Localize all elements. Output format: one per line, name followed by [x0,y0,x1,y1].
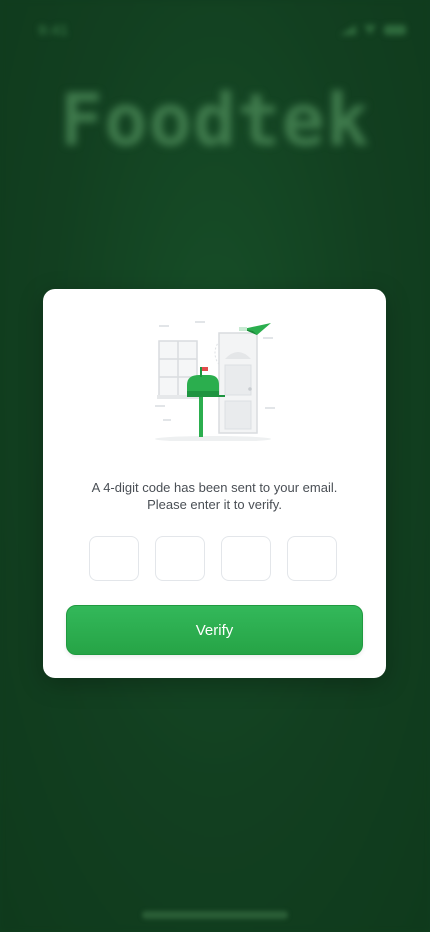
status-time: 9:41 [38,22,69,39]
brand-logo-text: Foodtek [59,78,371,162]
otp-digit-3[interactable] [221,536,271,581]
mailbox-door-illustration [155,321,275,441]
otp-digit-4[interactable] [287,536,337,581]
verification-dialog: A 4-digit code has been sent to your ema… [43,289,386,678]
otp-input-group [89,536,337,581]
message-line-1: A 4-digit code has been sent to your ema… [91,480,338,495]
verify-button[interactable]: Verify [66,605,363,655]
otp-digit-2[interactable] [155,536,205,581]
signal-icon [340,25,356,35]
home-indicator [142,911,288,919]
status-bar: 9:41 [0,0,430,60]
otp-digit-1[interactable] [89,536,139,581]
verification-message: A 4-digit code has been sent to your ema… [43,479,386,513]
wifi-icon [364,25,376,35]
status-icons [340,25,406,35]
message-line-2: Please enter it to verify. [147,497,282,512]
battery-icon [384,25,406,35]
